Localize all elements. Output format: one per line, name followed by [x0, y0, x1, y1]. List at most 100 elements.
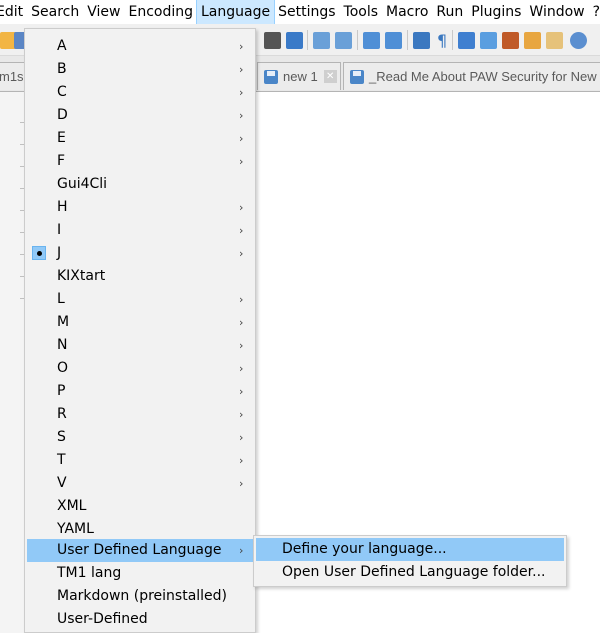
language-item-i[interactable]: I ›: [27, 219, 253, 242]
tab-label: new 1: [283, 69, 318, 84]
menu-item-label: Define your language...: [282, 541, 447, 557]
folder-as-workspace-icon[interactable]: [546, 32, 563, 49]
menu-edit[interactable]: Edit: [0, 0, 27, 24]
language-item-markdown[interactable]: Markdown (preinstalled): [27, 585, 253, 608]
language-item-a[interactable]: A ›: [27, 35, 253, 58]
menu-bar: Edit Search View Encoding Language Setti…: [0, 0, 600, 25]
language-item-m[interactable]: M ›: [27, 311, 253, 334]
menu-item-label: T: [57, 452, 66, 468]
menu-item-label: Open User Defined Language folder...: [282, 564, 546, 580]
toolbar-separator: [357, 30, 358, 50]
menu-plugins[interactable]: Plugins: [467, 0, 525, 24]
monitoring-eye-icon[interactable]: [570, 32, 587, 49]
menu-item-label: Markdown (preinstalled): [57, 588, 228, 604]
save-icon: [264, 69, 278, 84]
language-item-c[interactable]: C ›: [27, 81, 253, 104]
find-binoculars-icon[interactable]: [264, 32, 281, 49]
language-item-h[interactable]: H ›: [27, 196, 253, 219]
chevron-right-icon: ›: [239, 40, 244, 53]
menu-encoding[interactable]: Encoding: [124, 0, 197, 24]
chevron-right-icon: ›: [239, 454, 244, 467]
menu-item-label: H: [57, 199, 68, 215]
language-item-yaml[interactable]: YAML: [27, 518, 253, 541]
tab-partial[interactable]: m1s.: [0, 62, 26, 90]
chevron-right-icon: ›: [239, 293, 244, 306]
chevron-right-icon: ›: [239, 316, 244, 329]
language-item-p[interactable]: P ›: [27, 380, 253, 403]
tab-new-1[interactable]: new 1 ✕: [257, 62, 341, 90]
language-item-tm1-lang[interactable]: TM1 lang: [27, 562, 253, 585]
user-defined-language-submenu: Define your language... Open User Define…: [253, 535, 567, 587]
replace-icon[interactable]: [286, 32, 303, 49]
sync-vertical-icon[interactable]: [363, 32, 380, 49]
menu-item-label: TM1 lang: [57, 565, 122, 581]
language-item-e[interactable]: E ›: [27, 127, 253, 150]
user-defined-dialog-icon[interactable]: [480, 32, 497, 49]
menu-item-label: F: [57, 153, 66, 169]
indent-guide-icon[interactable]: [458, 32, 475, 49]
chevron-right-icon: ›: [239, 63, 244, 76]
language-item-gui4cli[interactable]: Gui4Cli: [27, 173, 253, 196]
menu-item-label: XML: [57, 498, 87, 514]
zoom-out-icon[interactable]: [335, 32, 352, 49]
chevron-right-icon: ›: [239, 132, 244, 145]
menu-help[interactable]: ?: [589, 0, 600, 24]
language-item-r[interactable]: R ›: [27, 403, 253, 426]
toolbar-separator: [307, 30, 308, 50]
chevron-right-icon: ›: [239, 385, 244, 398]
menu-item-label: KIXtart: [57, 268, 106, 284]
menu-search[interactable]: Search: [27, 0, 83, 24]
menu-language[interactable]: Language: [195, 0, 276, 25]
menu-item-label: S: [57, 429, 66, 445]
define-your-language-item[interactable]: Define your language...: [256, 538, 564, 561]
language-item-b[interactable]: B ›: [27, 58, 253, 81]
language-item-user-defined[interactable]: User-Defined: [27, 608, 253, 631]
language-item-xml[interactable]: XML: [27, 495, 253, 518]
word-wrap-icon[interactable]: [413, 32, 430, 49]
menu-item-label: N: [57, 337, 68, 353]
notepad-window: { "menubar": { "items": [ {"label": "Edi…: [0, 0, 600, 633]
language-item-o[interactable]: O ›: [27, 357, 253, 380]
close-icon[interactable]: ✕: [323, 70, 337, 83]
menu-item-label: R: [57, 406, 67, 422]
menu-item-label: L: [57, 291, 65, 307]
tab-label: m1s.: [0, 69, 26, 84]
menu-item-label: I: [57, 222, 62, 238]
chevron-right-icon: ›: [239, 224, 244, 237]
menu-view[interactable]: View: [83, 0, 124, 24]
menu-macro[interactable]: Macro: [382, 0, 432, 24]
language-item-d[interactable]: D ›: [27, 104, 253, 127]
save-icon: [350, 69, 364, 84]
selected-radio-icon: [32, 246, 46, 260]
function-list-icon[interactable]: [524, 32, 541, 49]
language-item-kixtart[interactable]: KIXtart: [27, 265, 253, 288]
menu-item-label: Gui4Cli: [57, 176, 108, 192]
menu-settings[interactable]: Settings: [274, 0, 339, 24]
doc-map-icon[interactable]: [502, 32, 519, 49]
menu-item-label: A: [57, 38, 67, 54]
sync-horizontal-icon[interactable]: [385, 32, 402, 49]
chevron-right-icon: ›: [239, 408, 244, 421]
menu-item-label: P: [57, 383, 66, 399]
menu-tools[interactable]: Tools: [340, 0, 383, 24]
language-item-l[interactable]: L ›: [27, 288, 253, 311]
menu-window[interactable]: Window: [525, 0, 588, 24]
toolbar-separator: [407, 30, 408, 50]
language-item-v[interactable]: V ›: [27, 472, 253, 495]
menu-item-label: V: [57, 475, 67, 491]
menu-item-label: C: [57, 84, 67, 100]
show-all-characters-icon[interactable]: ¶: [437, 32, 447, 49]
chevron-right-icon: ›: [239, 544, 244, 557]
language-item-s[interactable]: S ›: [27, 426, 253, 449]
language-item-j[interactable]: J ›: [27, 242, 253, 265]
menu-item-label: O: [57, 360, 69, 376]
tab-read-me[interactable]: _Read Me About PAW Security for New M: [343, 62, 600, 90]
open-udl-folder-item[interactable]: Open User Defined Language folder...: [256, 561, 564, 584]
language-item-user-defined-language[interactable]: User Defined Language ›: [27, 539, 253, 562]
language-item-n[interactable]: N ›: [27, 334, 253, 357]
language-item-t[interactable]: T ›: [27, 449, 253, 472]
language-item-f[interactable]: F ›: [27, 150, 253, 173]
menu-item-label: J: [57, 245, 62, 261]
menu-run[interactable]: Run: [432, 0, 467, 24]
zoom-in-icon[interactable]: [313, 32, 330, 49]
